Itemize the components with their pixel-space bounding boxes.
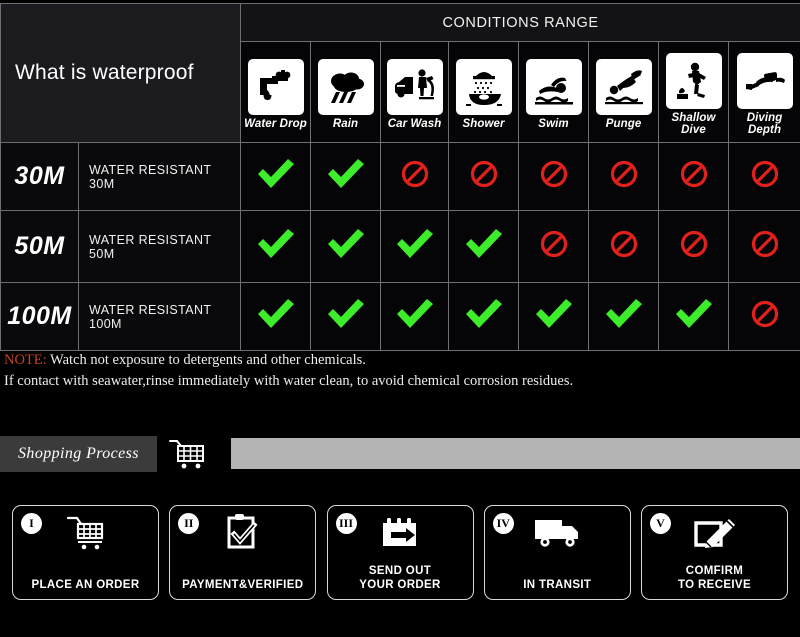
allowed-check-icon — [518, 282, 590, 351]
condition-label: Car Wash — [387, 117, 442, 130]
not-allowed-ban-icon — [588, 142, 660, 211]
allowed-check-icon — [310, 142, 382, 211]
condition-col-punge: Punge — [588, 41, 660, 143]
not-allowed-ban-icon — [448, 142, 520, 211]
waterproof-infographic: What is waterproof CONDITIONS RANGE Wate… — [0, 0, 800, 637]
condition-col-rain: Rain — [310, 41, 382, 143]
conditions-range-header: CONDITIONS RANGE — [240, 3, 800, 42]
plunge-dive-icon — [595, 58, 652, 115]
step-label: IN TRANSIT — [523, 579, 592, 591]
note-line-2: If contact with seawater,rinse immediate… — [4, 373, 574, 389]
condition-col-shower: Shower — [448, 41, 520, 143]
allowed-check-icon — [588, 282, 660, 351]
step-payment-verified[interactable]: II PAYMENT&VERIFIED — [169, 505, 317, 600]
sign-document-icon — [642, 512, 787, 554]
condition-label: Punge — [605, 117, 642, 130]
shallow-dive-icon — [665, 52, 722, 109]
note-block: NOTE: Watch not exposure to detergents a… — [4, 350, 794, 392]
note-line-1: NOTE: Watch not exposure to detergents a… — [4, 350, 794, 371]
depth-rating: 30M — [0, 142, 79, 211]
note-keyword: NOTE: — [4, 352, 47, 368]
faucet-water-drop-icon — [247, 58, 304, 115]
allowed-check-icon — [380, 210, 450, 283]
page-title: What is waterproof — [0, 3, 242, 143]
table-row: 100M WATER RESISTANT 100M — [0, 282, 800, 351]
shopping-process-bar: Shopping Process — [0, 436, 800, 472]
allowed-check-icon — [240, 282, 312, 351]
not-allowed-ban-icon — [728, 142, 800, 211]
not-allowed-ban-icon — [728, 282, 800, 351]
condition-col-swim: Swim — [518, 41, 590, 143]
allowed-check-icon — [448, 210, 520, 283]
shopping-steps: I PLACE AN ORDER II PAYMENT&VERIFIED III… — [12, 505, 788, 603]
condition-label: Swim — [538, 117, 569, 130]
not-allowed-ban-icon — [658, 210, 730, 283]
allowed-check-icon — [240, 142, 312, 211]
condition-label: Shower — [462, 117, 505, 130]
step-send-out-your-order[interactable]: III SEND OUT YOUR ORDER — [326, 505, 474, 600]
clipboard-check-icon — [170, 512, 315, 554]
allowed-check-icon — [310, 210, 382, 283]
depth-description: WATER RESISTANT 100M — [77, 282, 242, 351]
step-place-an-order[interactable]: I PLACE AN ORDER — [12, 505, 159, 600]
table-header-range-row: What is waterproof CONDITIONS RANGE — [0, 3, 800, 143]
allowed-check-icon — [448, 282, 520, 351]
depth-rating: 50M — [0, 210, 79, 283]
shopping-process-progress-bar — [231, 438, 800, 469]
allowed-check-icon — [240, 210, 312, 283]
allowed-check-icon — [380, 282, 450, 351]
note-line-1-text: Watch not exposure to detergents and oth… — [46, 352, 366, 368]
swimmer-icon — [525, 58, 582, 115]
depth-rating: 100M — [0, 282, 79, 351]
package-arrow-icon — [328, 512, 473, 554]
not-allowed-ban-icon — [518, 210, 590, 283]
not-allowed-ban-icon — [380, 142, 450, 211]
condition-col-water-drop: Water Drop — [240, 41, 312, 143]
allowed-check-icon — [310, 282, 382, 351]
condition-label: Shallow Dive — [671, 111, 716, 137]
depth-description: WATER RESISTANT 50M — [77, 210, 242, 283]
scuba-diver-icon — [736, 52, 793, 109]
condition-col-shallow-dive: Shallow Dive — [658, 41, 730, 143]
allowed-check-icon — [658, 282, 730, 351]
not-allowed-ban-icon — [518, 142, 590, 211]
condition-col-car-wash: Car Wash — [380, 41, 450, 143]
rain-cloud-icon — [317, 58, 374, 115]
step-label: COMFIRM TO RECEIVE — [678, 565, 751, 591]
shopping-cart-icon — [166, 437, 210, 471]
waterproof-table: What is waterproof CONDITIONS RANGE Wate… — [0, 3, 800, 351]
condition-label: Rain — [332, 117, 359, 130]
condition-label: Diving Depth — [746, 111, 783, 137]
table-row: 50M WATER RESISTANT 50M — [0, 210, 800, 283]
not-allowed-ban-icon — [728, 210, 800, 283]
delivery-truck-icon — [485, 512, 630, 554]
not-allowed-ban-icon — [588, 210, 660, 283]
shopping-process-tag: Shopping Process — [0, 436, 157, 472]
car-wash-icon — [386, 58, 443, 115]
step-comfirm-to-receive[interactable]: V COMFIRM TO RECEIVE — [641, 505, 788, 600]
step-label: PAYMENT&VERIFIED — [182, 579, 304, 591]
shower-icon — [455, 58, 512, 115]
step-label: PLACE AN ORDER — [31, 579, 140, 591]
condition-col-diving-depth: Diving Depth — [728, 41, 800, 143]
condition-label: Water Drop — [244, 117, 307, 130]
depth-description: WATER RESISTANT 30M — [77, 142, 242, 211]
step-label: SEND OUT YOUR ORDER — [359, 565, 441, 591]
step-in-transit[interactable]: IV IN TRANSIT — [483, 505, 631, 600]
not-allowed-ban-icon — [658, 142, 730, 211]
table-row: 30M WATER RESISTANT 30M — [0, 142, 800, 211]
shopping-cart-icon — [13, 512, 158, 554]
